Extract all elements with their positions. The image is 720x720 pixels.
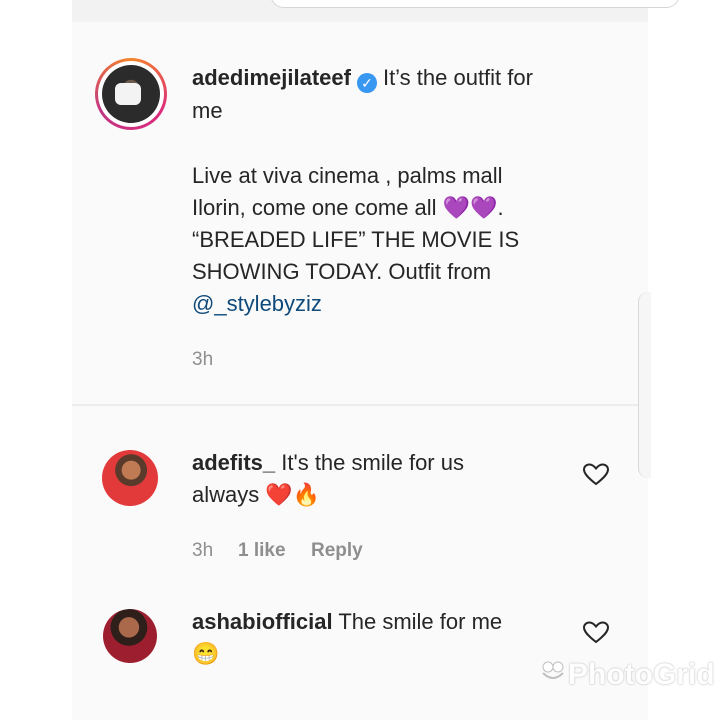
comment-2-text-line-1: The smile for me [338, 609, 503, 634]
caption-body-line-2: Ilorin, come one come all 💜💜. [192, 195, 504, 220]
caption-body-line-4: SHOWING TODAY. Outfit from [192, 259, 492, 284]
comment-1-line-1: adefits_ It's the smile for us [192, 447, 464, 479]
avatar-shirt [115, 83, 141, 105]
comment-1-username[interactable]: adefits_ [192, 450, 275, 475]
caption-mention[interactable]: @_stylebyziz [192, 288, 322, 320]
caption-avatar[interactable] [95, 58, 167, 130]
caption-username[interactable]: adedimejilateef [192, 65, 351, 90]
right-margin [648, 0, 720, 720]
comment-2-line-2: 😁 [192, 641, 220, 666]
caption-body-line-1: Live at viva cinema , palms mall [192, 163, 503, 188]
photogrid-watermark: PhotoGrid [568, 658, 715, 691]
verified-badge-icon: ✓ [356, 73, 377, 93]
caption-body-line-3: “BREADED LIFE” THE MOVIE IS [192, 227, 520, 252]
comment-1-reply[interactable]: Reply [311, 540, 363, 562]
caption-first-line: adedimejilateef ✓ It’s the outfit for [192, 62, 533, 94]
caption-first-line-text: It’s the outfit for [382, 65, 533, 90]
comment-avatar-ashabiofficial[interactable] [103, 609, 157, 663]
caption-divider [72, 404, 648, 406]
comment-2-username[interactable]: ashabiofficial [192, 609, 333, 634]
caption-second-line: me [192, 98, 223, 123]
scroll-edge [638, 292, 651, 478]
left-margin [0, 0, 72, 720]
comment-2-line-1: ashabiofficial The smile for me [192, 606, 502, 638]
comment-1-text-line-1: It's the smile for us [281, 450, 464, 475]
heart-outline-icon[interactable] [583, 621, 609, 645]
top-bar [72, 0, 680, 23]
comment-input[interactable] [270, 0, 680, 8]
comment-1-time: 3h [192, 540, 214, 561]
photogrid-logo-icon [542, 661, 564, 679]
heart-outline-icon[interactable] [583, 463, 609, 487]
comment-avatar-adefits[interactable] [102, 450, 158, 506]
comment-1-line-2: always ❤️🔥 [192, 482, 321, 507]
comment-1-likes[interactable]: 1 like [238, 540, 286, 562]
caption-time: 3h [192, 349, 214, 370]
